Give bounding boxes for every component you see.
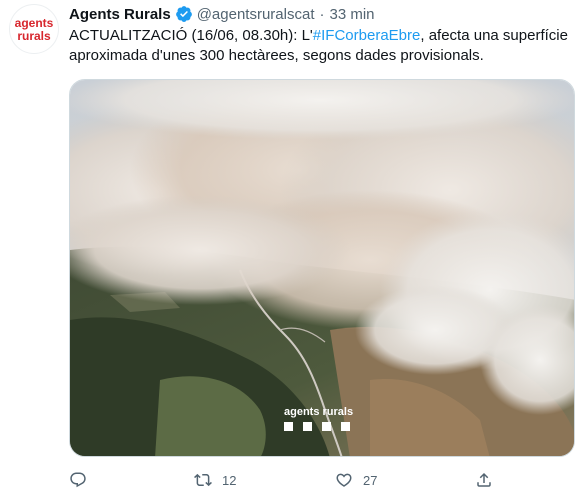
photo-watermark: agents rurals [282, 405, 362, 435]
share-button[interactable] [475, 468, 493, 492]
avatar[interactable]: agents rurals [9, 4, 59, 54]
tweet-header: Agents Rurals @agentsruralscat · 33 min [69, 4, 375, 24]
verified-badge-icon [175, 5, 193, 23]
reply-icon [69, 471, 87, 489]
retweet-icon [194, 471, 212, 489]
tweet-text-before: ACTUALITZACIÓ (16/06, 08.30h): L' [69, 27, 313, 44]
author-name[interactable]: Agents Rurals [69, 6, 171, 23]
separator-dot: · [319, 5, 325, 23]
hashtag-link[interactable]: #IFCorberaEbre [313, 27, 421, 44]
tweet-card[interactable]: agents rurals Agents Rurals @agentsrural… [0, 0, 588, 492]
like-count: 27 [363, 472, 378, 488]
agents-rurals-logo: agents rurals [15, 16, 54, 43]
svg-text:rurals: rurals [17, 29, 51, 43]
tweet-actions: 12 27 [69, 468, 575, 492]
retweet-button[interactable]: 12 [194, 468, 236, 492]
like-icon [335, 471, 353, 489]
share-icon [475, 471, 493, 489]
aerial-fire-photo [70, 80, 574, 456]
like-button[interactable]: 27 [335, 468, 377, 492]
watermark-text: agents rurals [284, 406, 353, 418]
author-handle[interactable]: @agentsruralscat [197, 6, 315, 23]
tweet-text: ACTUALITZACIÓ (16/06, 08.30h): L'#IFCorb… [69, 26, 574, 66]
reply-button[interactable] [69, 468, 97, 492]
retweet-count: 12 [222, 472, 237, 488]
tweet-photo[interactable]: agents rurals [69, 79, 575, 457]
svg-text:agents: agents [15, 16, 54, 30]
tweet-timestamp[interactable]: 33 min [329, 6, 374, 23]
